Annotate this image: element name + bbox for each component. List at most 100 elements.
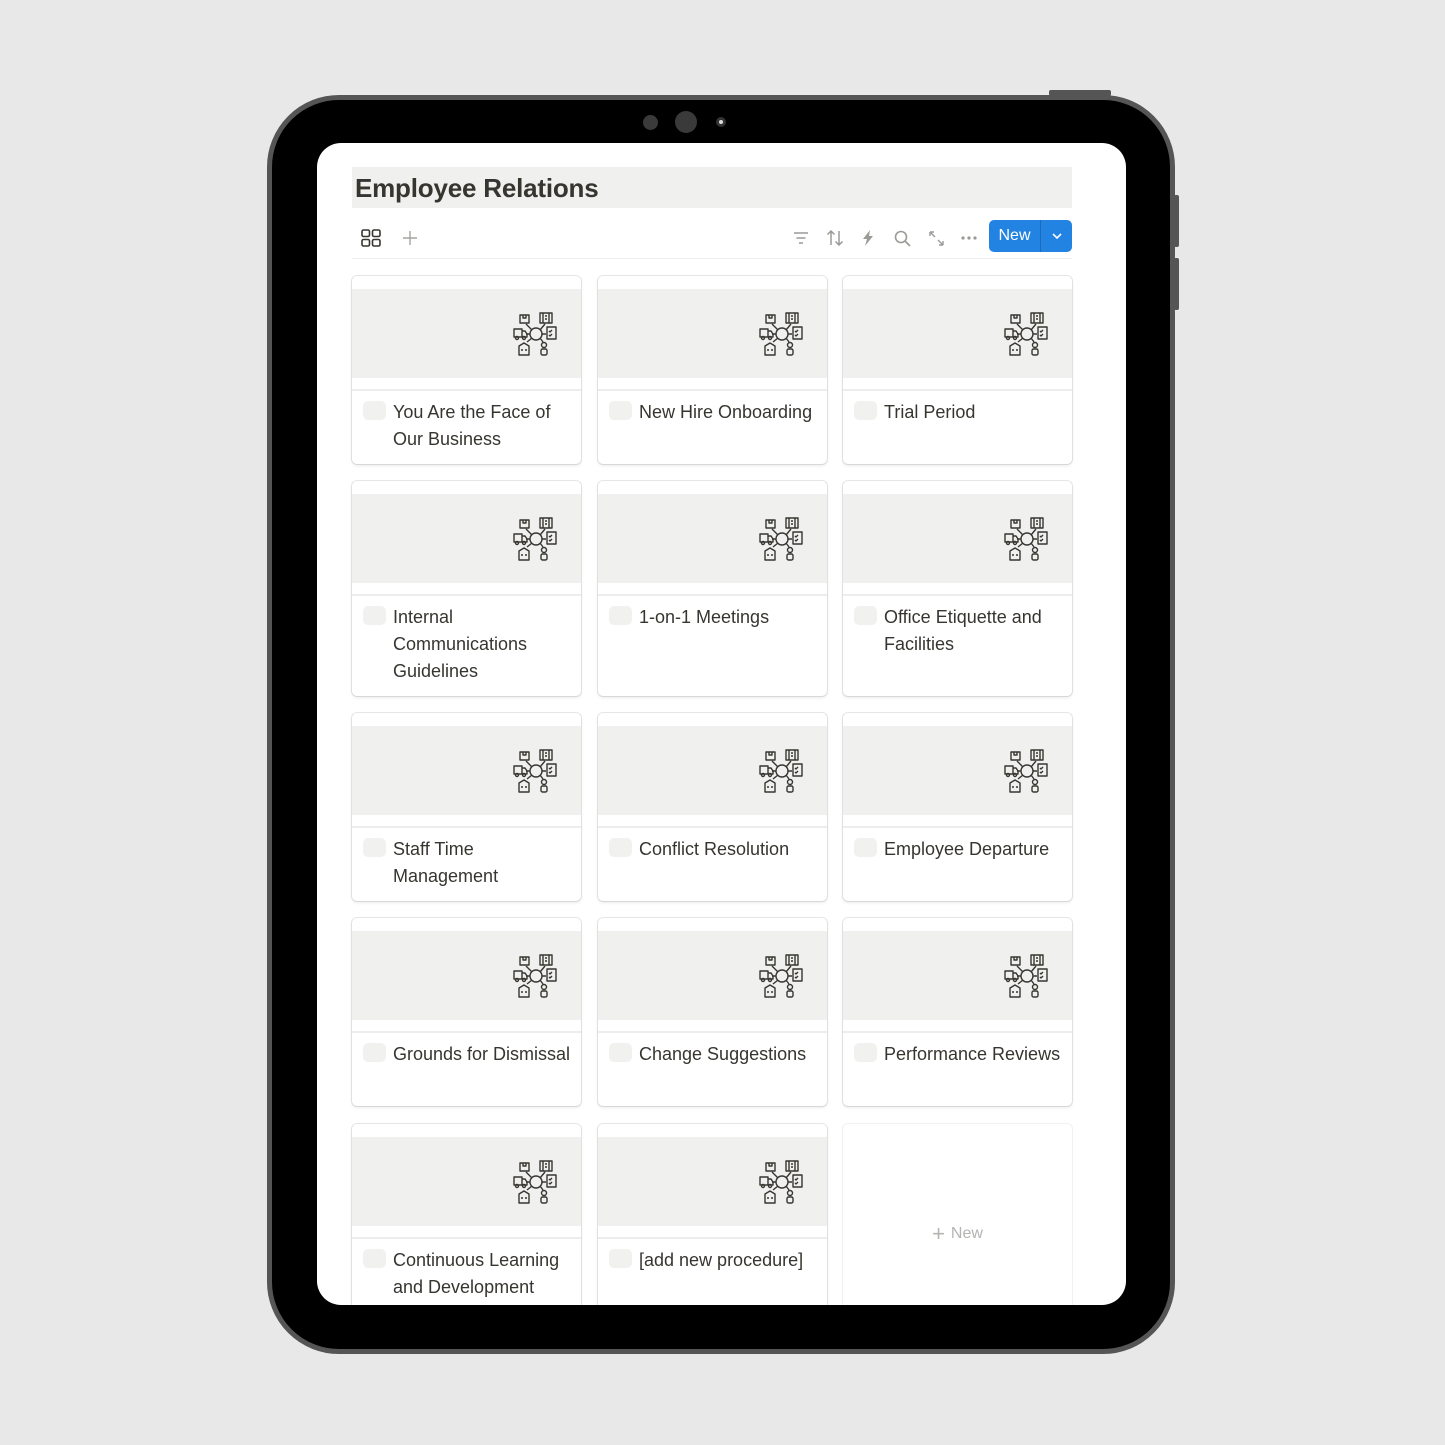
card-title: Performance Reviews bbox=[884, 1044, 1061, 1064]
card-cover bbox=[843, 289, 1072, 378]
page-icon bbox=[854, 606, 877, 625]
page-icon bbox=[609, 1249, 632, 1268]
card-divider bbox=[352, 389, 581, 391]
database-toolbar: New bbox=[352, 219, 1072, 259]
card-title: Trial Period bbox=[884, 402, 976, 422]
chevron-down-icon[interactable] bbox=[1041, 233, 1072, 239]
gallery-card[interactable]: [add new procedure] bbox=[598, 1124, 827, 1305]
gallery-card[interactable]: Continuous Learning and Development bbox=[352, 1124, 581, 1305]
page-icon bbox=[363, 1249, 386, 1268]
card-cover bbox=[352, 1137, 581, 1226]
sensor-icon bbox=[643, 115, 658, 130]
card-divider bbox=[352, 594, 581, 596]
page-icon bbox=[363, 401, 386, 420]
new-button[interactable]: New bbox=[989, 220, 1072, 252]
gallery-card[interactable]: Office Etiquette and Facilities bbox=[843, 481, 1072, 696]
card-title: 1-on-1 Meetings bbox=[639, 607, 770, 627]
page-icon bbox=[854, 401, 877, 420]
card-title: Office Etiquette and Facilities bbox=[884, 607, 1042, 654]
page-icon bbox=[609, 1043, 632, 1062]
network-hub-icon bbox=[511, 310, 561, 360]
card-divider bbox=[352, 826, 581, 828]
gallery-card[interactable]: Conflict Resolution bbox=[598, 713, 827, 901]
new-button-label[interactable]: New bbox=[989, 220, 1041, 252]
plus-icon: + bbox=[932, 1221, 945, 1246]
network-hub-icon bbox=[1002, 952, 1052, 1002]
page-icon bbox=[363, 1043, 386, 1062]
gallery-card[interactable]: 1-on-1 Meetings bbox=[598, 481, 827, 696]
card-title: Grounds for Dismissal bbox=[393, 1044, 571, 1064]
card-cover bbox=[352, 726, 581, 815]
card-cover bbox=[843, 931, 1072, 1020]
card-title: Internal Communications Guidelines bbox=[393, 607, 528, 681]
gallery-card[interactable]: Employee Departure bbox=[843, 713, 1072, 901]
filter-icon[interactable] bbox=[790, 227, 812, 249]
card-divider bbox=[843, 826, 1072, 828]
page-header: Employee Relations bbox=[352, 167, 1072, 208]
page-icon bbox=[363, 838, 386, 857]
card-title: New Hire Onboarding bbox=[639, 402, 813, 422]
add-new-label: New bbox=[950, 1225, 983, 1242]
network-hub-icon bbox=[1002, 310, 1052, 360]
gallery-card[interactable]: Grounds for Dismissal bbox=[352, 918, 581, 1106]
card-divider bbox=[843, 1031, 1072, 1033]
card-title: You Are the Face of Our Business bbox=[393, 402, 551, 449]
card-title: Continuous Learning and Development bbox=[393, 1250, 560, 1297]
network-hub-icon bbox=[757, 515, 807, 565]
card-divider bbox=[598, 1031, 827, 1033]
camera-lens-icon bbox=[716, 117, 726, 127]
network-hub-icon bbox=[1002, 747, 1052, 797]
card-cover bbox=[352, 289, 581, 378]
card-cover bbox=[843, 726, 1072, 815]
page-icon bbox=[854, 838, 877, 857]
card-cover bbox=[352, 931, 581, 1020]
network-hub-icon bbox=[757, 1158, 807, 1208]
camera-icon bbox=[675, 111, 697, 133]
network-hub-icon bbox=[511, 1158, 561, 1208]
page-icon bbox=[854, 1043, 877, 1062]
expand-icon[interactable] bbox=[925, 227, 947, 249]
screen: Employee Relations New You Are the Face … bbox=[317, 143, 1126, 1305]
add-view-plus-icon[interactable] bbox=[399, 227, 421, 249]
gallery-card[interactable]: Performance Reviews bbox=[843, 918, 1072, 1106]
card-divider bbox=[598, 1237, 827, 1239]
network-hub-icon bbox=[757, 747, 807, 797]
search-icon[interactable] bbox=[891, 227, 913, 249]
page-icon bbox=[609, 401, 632, 420]
card-divider bbox=[843, 594, 1072, 596]
card-cover bbox=[598, 931, 827, 1020]
card-cover bbox=[598, 1137, 827, 1226]
network-hub-icon bbox=[511, 515, 561, 565]
card-title: Conflict Resolution bbox=[639, 839, 790, 859]
page-icon bbox=[363, 606, 386, 625]
network-hub-icon bbox=[757, 952, 807, 1002]
gallery-card[interactable]: New Hire Onboarding bbox=[598, 276, 827, 464]
card-cover bbox=[598, 289, 827, 378]
gallery-card[interactable]: Internal Communications Guidelines bbox=[352, 481, 581, 696]
network-hub-icon bbox=[757, 310, 807, 360]
card-title: Staff Time Management bbox=[393, 839, 499, 886]
page-icon bbox=[609, 606, 632, 625]
add-new-card[interactable]: + New bbox=[843, 1124, 1072, 1305]
sort-icon[interactable] bbox=[824, 227, 846, 249]
card-cover bbox=[843, 494, 1072, 583]
card-divider bbox=[843, 389, 1072, 391]
card-divider bbox=[598, 389, 827, 391]
card-divider bbox=[352, 1237, 581, 1239]
gallery-card[interactable]: Trial Period bbox=[843, 276, 1072, 464]
gallery-card[interactable]: Staff Time Management bbox=[352, 713, 581, 901]
card-divider bbox=[598, 594, 827, 596]
gallery-view-icon[interactable] bbox=[360, 227, 382, 249]
network-hub-icon bbox=[1002, 515, 1052, 565]
card-cover bbox=[598, 726, 827, 815]
page-icon bbox=[609, 838, 632, 857]
network-hub-icon bbox=[511, 747, 561, 797]
card-divider bbox=[352, 1031, 581, 1033]
gallery-card[interactable]: You Are the Face of Our Business bbox=[352, 276, 581, 464]
lightning-icon[interactable] bbox=[857, 227, 879, 249]
page-title[interactable]: Employee Relations bbox=[355, 173, 599, 204]
card-title: [add new procedure] bbox=[639, 1250, 804, 1270]
gallery-card[interactable]: Change Suggestions bbox=[598, 918, 827, 1106]
more-icon[interactable] bbox=[958, 227, 980, 249]
card-cover bbox=[598, 494, 827, 583]
